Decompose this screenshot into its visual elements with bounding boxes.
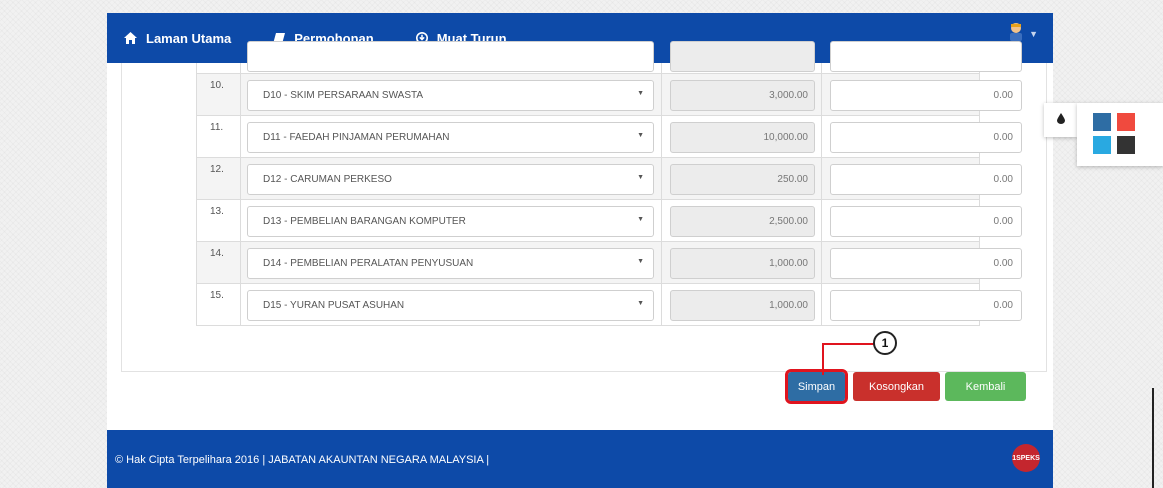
table-row: 13. D13 - PEMBELIAN BARANGAN KOMPUTER ▼ 2,5… bbox=[197, 200, 1022, 242]
deduction-table: 10. D10 - SKIM PERSARAAN SWASTA ▼ 3,000.00 0… bbox=[196, 41, 1022, 326]
nav-laman-utama[interactable]: Laman Utama bbox=[124, 31, 231, 46]
select-cell: D11 - FAEDAH PINJAMAN PERUMAHAN ▼ bbox=[241, 116, 662, 157]
select-cell: D12 - CARUMAN PERKESO ▼ bbox=[241, 158, 662, 199]
row-number: 13. bbox=[197, 200, 241, 241]
theme-swatch-red[interactable] bbox=[1117, 113, 1135, 131]
value-cell: 0.00 bbox=[822, 74, 1022, 115]
limit-cell: 2,500.00 bbox=[662, 200, 822, 241]
category-select-partial[interactable] bbox=[247, 41, 654, 72]
category-select-value: D10 - SKIM PERSARAAN SWASTA bbox=[263, 90, 424, 101]
category-select[interactable]: D15 - YURAN PUSAT ASUHAN ▼ bbox=[247, 290, 654, 321]
chevron-down-icon: ▼ bbox=[637, 90, 644, 97]
row-number: 15. bbox=[197, 284, 241, 325]
action-buttons: Simpan Kosongkan Kembali bbox=[785, 369, 1026, 404]
limit-cell bbox=[662, 41, 822, 73]
category-select[interactable]: D14 - PEMBELIAN PERALATAN PENYUSUAN ▼ bbox=[247, 248, 654, 279]
speks-logo: 1SPEKS bbox=[1012, 444, 1040, 472]
back-button[interactable]: Kembali bbox=[945, 372, 1026, 401]
chevron-down-icon: ▼ bbox=[637, 300, 644, 307]
theme-swatch-blue[interactable] bbox=[1093, 113, 1111, 131]
value-cell: 0.00 bbox=[822, 158, 1022, 199]
row-number: 11. bbox=[197, 116, 241, 157]
limit-cell: 10,000.00 bbox=[662, 116, 822, 157]
category-select[interactable]: D13 - PEMBELIAN BARANGAN KOMPUTER ▼ bbox=[247, 206, 654, 237]
amount-input[interactable]: 0.00 bbox=[830, 80, 1022, 111]
form-panel: 10. D10 - SKIM PERSARAAN SWASTA ▼ 3,000.00 0… bbox=[121, 41, 1047, 372]
limit-field: 10,000.00 bbox=[670, 122, 815, 153]
save-button[interactable]: Simpan bbox=[785, 369, 848, 404]
home-icon bbox=[124, 32, 137, 44]
value-cell: 0.00 bbox=[822, 284, 1022, 325]
theme-swatch-lightblue[interactable] bbox=[1093, 136, 1111, 154]
category-select[interactable]: D11 - FAEDAH PINJAMAN PERUMAHAN ▼ bbox=[247, 122, 654, 153]
select-cell: D14 - PEMBELIAN PERALATAN PENYUSUAN ▼ bbox=[241, 242, 662, 283]
category-select-value: D15 - YURAN PUSAT ASUHAN bbox=[263, 300, 405, 311]
main-content: 10. D10 - SKIM PERSARAAN SWASTA ▼ 3,000.00 0… bbox=[107, 41, 1053, 430]
footer: © Hak Cipta Terpelihara 2016 | JABATAN A… bbox=[107, 430, 1053, 488]
value-cell: 0.00 bbox=[822, 116, 1022, 157]
clear-button[interactable]: Kosongkan bbox=[853, 372, 940, 401]
paint-drop-icon bbox=[1056, 111, 1065, 129]
select-cell: D13 - PEMBELIAN BARANGAN KOMPUTER ▼ bbox=[241, 200, 662, 241]
limit-field: 1,000.00 bbox=[670, 290, 815, 321]
category-select-value: D13 - PEMBELIAN BARANGAN KOMPUTER bbox=[263, 216, 466, 227]
value-cell bbox=[822, 41, 1022, 73]
limit-field: 250.00 bbox=[670, 164, 815, 195]
row-number: 10. bbox=[197, 74, 241, 115]
chevron-down-icon: ▼ bbox=[637, 132, 644, 139]
table-row: 10. D10 - SKIM PERSARAAN SWASTA ▼ 3,000.00 0… bbox=[197, 74, 1022, 116]
chevron-down-icon: ▼ bbox=[637, 258, 644, 265]
theme-panel bbox=[1077, 103, 1163, 166]
limit-cell: 1,000.00 bbox=[662, 284, 822, 325]
row-number: 12. bbox=[197, 158, 241, 199]
amount-input[interactable]: 0.00 bbox=[830, 122, 1022, 153]
value-cell: 0.00 bbox=[822, 200, 1022, 241]
callout-badge: 1 bbox=[873, 331, 897, 355]
category-select-value: D14 - PEMBELIAN PERALATAN PENYUSUAN bbox=[263, 258, 474, 269]
callout-connector bbox=[822, 343, 874, 375]
table-row-partial bbox=[197, 41, 1022, 74]
category-select[interactable]: D10 - SKIM PERSARAAN SWASTA ▼ bbox=[247, 80, 654, 111]
value-cell: 0.00 bbox=[822, 242, 1022, 283]
table-row: 12. D12 - CARUMAN PERKESO ▼ 250.00 0.00 bbox=[197, 158, 1022, 200]
chevron-down-icon: ▼ bbox=[637, 174, 644, 181]
category-select-value: D11 - FAEDAH PINJAMAN PERUMAHAN bbox=[263, 132, 450, 143]
limit-field: 2,500.00 bbox=[670, 206, 815, 237]
category-select[interactable]: D12 - CARUMAN PERKESO ▼ bbox=[247, 164, 654, 195]
amount-input[interactable]: 0.00 bbox=[830, 290, 1022, 321]
limit-field-partial bbox=[670, 41, 815, 72]
table-row: 11. D11 - FAEDAH PINJAMAN PERUMAHAN ▼ 10,00… bbox=[197, 116, 1022, 158]
scrollbar-edge bbox=[1152, 388, 1154, 488]
select-cell: D15 - YURAN PUSAT ASUHAN ▼ bbox=[241, 284, 662, 325]
amount-input[interactable]: 0.00 bbox=[830, 248, 1022, 279]
row-number: 14. bbox=[197, 242, 241, 283]
limit-cell: 250.00 bbox=[662, 158, 822, 199]
chevron-down-icon: ▼ bbox=[637, 216, 644, 223]
amount-input-partial[interactable] bbox=[830, 41, 1022, 72]
table-row: 14. D14 - PEMBELIAN PERALATAN PENYUSUAN ▼ 1… bbox=[197, 242, 1022, 284]
limit-cell: 1,000.00 bbox=[662, 242, 822, 283]
limit-field: 3,000.00 bbox=[670, 80, 815, 111]
theme-toggle[interactable] bbox=[1044, 103, 1077, 137]
limit-field: 1,000.00 bbox=[670, 248, 815, 279]
table-row: 15. D15 - YURAN PUSAT ASUHAN ▼ 1,000.00 0.00 bbox=[197, 284, 1022, 326]
footer-copyright: © Hak Cipta Terpelihara 2016 | JABATAN A… bbox=[115, 454, 490, 466]
row-number-cell bbox=[197, 63, 241, 73]
select-cell bbox=[241, 41, 662, 73]
amount-input[interactable]: 0.00 bbox=[830, 164, 1022, 195]
amount-input[interactable]: 0.00 bbox=[830, 206, 1022, 237]
nav-label: Laman Utama bbox=[146, 30, 232, 46]
select-cell: D10 - SKIM PERSARAAN SWASTA ▼ bbox=[241, 74, 662, 115]
limit-cell: 3,000.00 bbox=[662, 74, 822, 115]
theme-swatch-dark[interactable] bbox=[1117, 136, 1135, 154]
category-select-value: D12 - CARUMAN PERKESO bbox=[263, 174, 392, 185]
chevron-down-icon: ▼ bbox=[1029, 28, 1038, 39]
